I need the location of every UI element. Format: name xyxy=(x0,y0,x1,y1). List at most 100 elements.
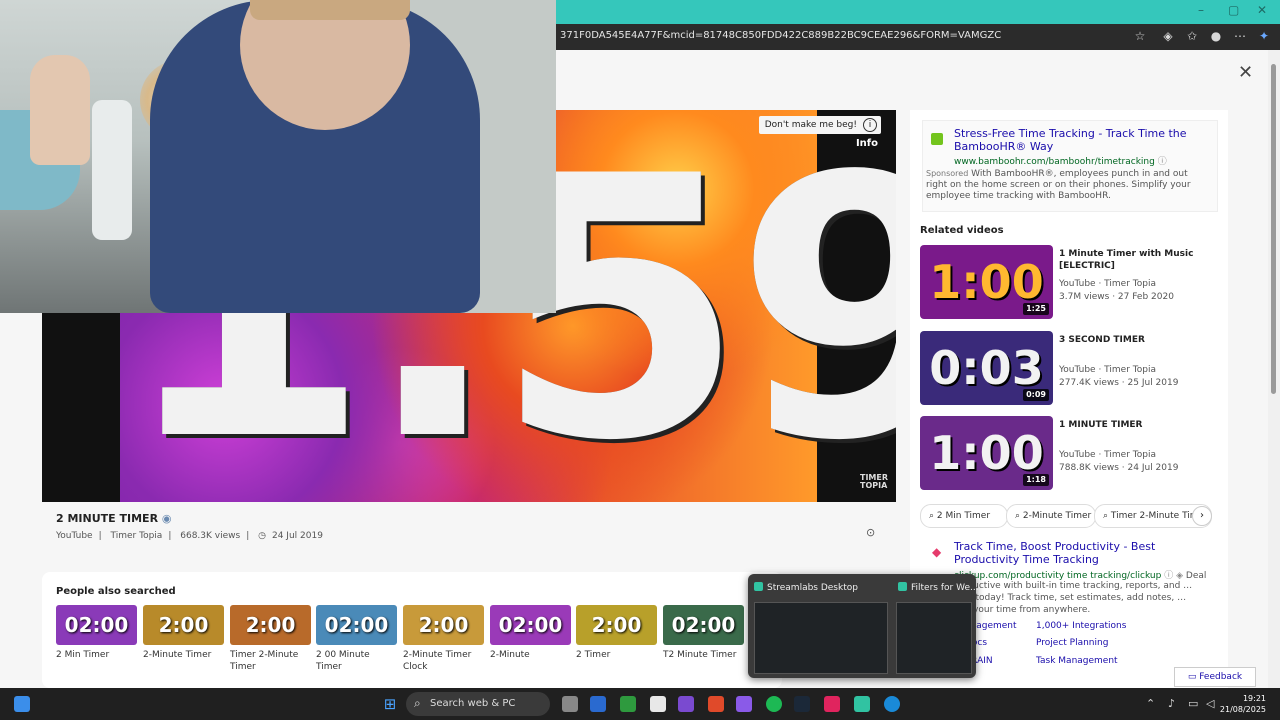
people-also-searched-card[interactable]: 2:00 2-Minute Timer Clock xyxy=(403,605,484,673)
people-also-searched-card[interactable]: 02:00 2 Min Timer xyxy=(56,605,137,661)
search-chip[interactable]: ⌕ 2-Minute Timer xyxy=(1006,504,1096,528)
clock-date: 21/08/2025 xyxy=(1219,705,1266,714)
file-icon[interactable] xyxy=(650,696,666,712)
video-source[interactable]: YouTube xyxy=(56,531,93,541)
scrollbar-thumb[interactable] xyxy=(1271,64,1276,394)
copilot-icon[interactable]: ✦ xyxy=(1256,28,1272,44)
people-also-searched-title: People also searched xyxy=(56,586,176,597)
favorites-icon[interactable]: ✩ xyxy=(1184,28,1200,44)
card-label: 2-Minute Timer xyxy=(143,650,212,660)
close-window-button[interactable]: ✕ xyxy=(1257,3,1267,17)
minimize-button[interactable]: – xyxy=(1198,3,1204,17)
webcam-overlay xyxy=(0,0,556,313)
xbox-icon[interactable] xyxy=(620,696,636,712)
related-video-item[interactable]: 1:00 1:25 1 Minute Timer with Music [ELECT… xyxy=(920,245,1220,321)
tiktok-icon[interactable] xyxy=(824,696,840,712)
people-also-searched-card[interactable]: 02:00 2 00 Minute Timer xyxy=(316,605,397,673)
related-stats: 788.8K views · 24 Jul 2019 xyxy=(1059,463,1179,473)
clipchamp-icon[interactable] xyxy=(678,696,694,712)
edge-icon[interactable] xyxy=(884,696,900,712)
streamlabs-thumbnail[interactable] xyxy=(754,602,888,674)
spotify-icon[interactable] xyxy=(766,696,782,712)
preview-streamlabs[interactable]: Streamlabs Desktop xyxy=(754,582,858,593)
start-icon[interactable]: ⊞ xyxy=(382,696,398,712)
webcam-hair xyxy=(250,0,410,20)
thumbnail-time: 1:00 xyxy=(929,255,1044,309)
card-label: 2 Timer xyxy=(576,650,611,660)
related-title[interactable]: 1 Minute Timer with Music [ELECTRIC] xyxy=(1059,248,1209,272)
related-title[interactable]: 3 SECOND TIMER xyxy=(1059,334,1209,346)
url-text[interactable]: 371F0DA545E4A77F&mcid=81748C850FDD422C88… xyxy=(560,30,1001,41)
ad2-title-link[interactable]: Track Time, Boost Productivity - Best Pr… xyxy=(954,540,1204,566)
close-icon[interactable]: ✕ xyxy=(1238,62,1253,83)
feedback-button[interactable]: ▭ Feedback xyxy=(1174,667,1256,687)
favorite-star-icon[interactable]: ☆ xyxy=(1132,28,1148,44)
chevron-up-icon[interactable]: ⌃ xyxy=(1146,697,1155,710)
preview-filters[interactable]: Filters for We... xyxy=(898,582,979,593)
video-date: 24 Jul 2019 xyxy=(271,531,323,541)
filters-thumbnail[interactable] xyxy=(896,602,972,674)
related-source: YouTube · Timer Topia xyxy=(1059,450,1156,460)
related-stats: 277.4K views · 25 Jul 2019 xyxy=(1059,378,1179,388)
related-thumbnail[interactable]: 1:00 1:25 xyxy=(920,245,1053,319)
more-options-icon[interactable]: ⋯ xyxy=(1232,28,1248,44)
info-icon[interactable]: ⓘ xyxy=(1158,157,1167,167)
related-thumbnail[interactable]: 1:00 1:18 xyxy=(920,416,1053,490)
copilot-app-icon[interactable] xyxy=(736,696,752,712)
verified-icon: ◉ xyxy=(161,512,172,525)
share-icon[interactable]: ⊙ xyxy=(866,526,875,539)
search-icon: ⌕ xyxy=(929,511,937,521)
taskbar-preview-popup: Streamlabs Desktop Filters for We... xyxy=(748,574,979,678)
task-view-icon[interactable] xyxy=(562,696,578,712)
related-source: YouTube · Timer Topia xyxy=(1059,279,1156,289)
chevron-right-icon[interactable]: › xyxy=(1192,506,1212,526)
card-thumbnail: 2:00 xyxy=(576,605,657,645)
brave-icon[interactable] xyxy=(708,696,724,712)
widgets-icon[interactable] xyxy=(14,696,30,712)
search-placeholder: Search web & PC xyxy=(430,698,516,709)
info-icon[interactable]: i xyxy=(863,118,877,132)
video-title: 2 MINUTE TIMER ◉ xyxy=(56,512,172,525)
profile-avatar-icon[interactable]: ● xyxy=(1208,28,1224,44)
search-chip[interactable]: ⌕ 2 Min Timer xyxy=(920,504,1008,528)
card-thumbnail: 2:00 xyxy=(403,605,484,645)
card-label: 2-Minute Timer Clock xyxy=(403,650,472,672)
steam-icon[interactable] xyxy=(794,696,810,712)
page-scrollbar[interactable] xyxy=(1268,50,1280,688)
ad-title-link[interactable]: Stress-Free Time Tracking - Track Time t… xyxy=(954,127,1194,153)
related-video-item[interactable]: 0:03 0:09 3 SECOND TIMER YouTube · Timer To… xyxy=(920,331,1220,407)
network-icon[interactable]: ▭ xyxy=(1188,697,1198,710)
clickup-logo-icon: ◆ xyxy=(932,545,942,559)
microphone-icon[interactable]: ♪ xyxy=(1168,697,1175,710)
related-stats: 3.7M views · 27 Feb 2020 xyxy=(1059,292,1174,302)
card-label: 2-Minute xyxy=(490,650,530,660)
ad2-sitelink[interactable]: Task Management xyxy=(1036,656,1118,666)
dont-make-me-beg-button[interactable]: Don't make me beg! i xyxy=(758,116,881,134)
ad2-sitelink[interactable]: 1,000+ Integrations xyxy=(1036,621,1126,631)
related-thumbnail[interactable]: 0:03 0:09 xyxy=(920,331,1053,405)
people-also-searched-card[interactable]: 2:00 Timer 2-Minute Timer xyxy=(230,605,311,673)
system-clock[interactable]: 19:21 21/08/2025 xyxy=(1220,693,1266,715)
volume-icon[interactable]: ◁ xyxy=(1206,697,1214,710)
people-also-searched-card[interactable]: 02:00 T2 Minute Timer xyxy=(663,605,744,661)
ad-url[interactable]: www.bamboohr.com/bamboohr/timetracking ⓘ xyxy=(954,154,1167,167)
search-icon: ⌕ xyxy=(414,696,421,710)
related-title[interactable]: 1 MINUTE TIMER xyxy=(1059,419,1209,431)
info-label[interactable]: Info xyxy=(856,138,878,149)
duration-badge: 0:09 xyxy=(1023,389,1049,401)
related-video-item[interactable]: 1:00 1:18 1 MINUTE TIMER YouTube · Timer To… xyxy=(920,416,1220,492)
feedback-icon: ▭ xyxy=(1187,672,1197,682)
ad2-sitelink[interactable]: Project Planning xyxy=(1036,638,1108,648)
people-also-searched-card[interactable]: 2:00 2-Minute Timer xyxy=(143,605,224,661)
streamlabs-icon xyxy=(754,582,763,591)
taskbar-search[interactable]: ⌕ Search web & PC xyxy=(406,692,550,716)
maximize-button[interactable]: ▢ xyxy=(1228,3,1239,17)
streamlabs-taskbar-icon[interactable] xyxy=(854,696,870,712)
dont-beg-label: Don't make me beg! xyxy=(764,120,857,130)
store-icon[interactable] xyxy=(590,696,606,712)
card-thumbnail: 02:00 xyxy=(663,605,744,645)
people-also-searched-card[interactable]: 02:00 2-Minute xyxy=(490,605,571,661)
video-channel[interactable]: Timer Topia xyxy=(111,531,163,541)
extensions-icon[interactable]: ◈ xyxy=(1160,28,1176,44)
people-also-searched-card[interactable]: 2:00 2 Timer xyxy=(576,605,657,661)
